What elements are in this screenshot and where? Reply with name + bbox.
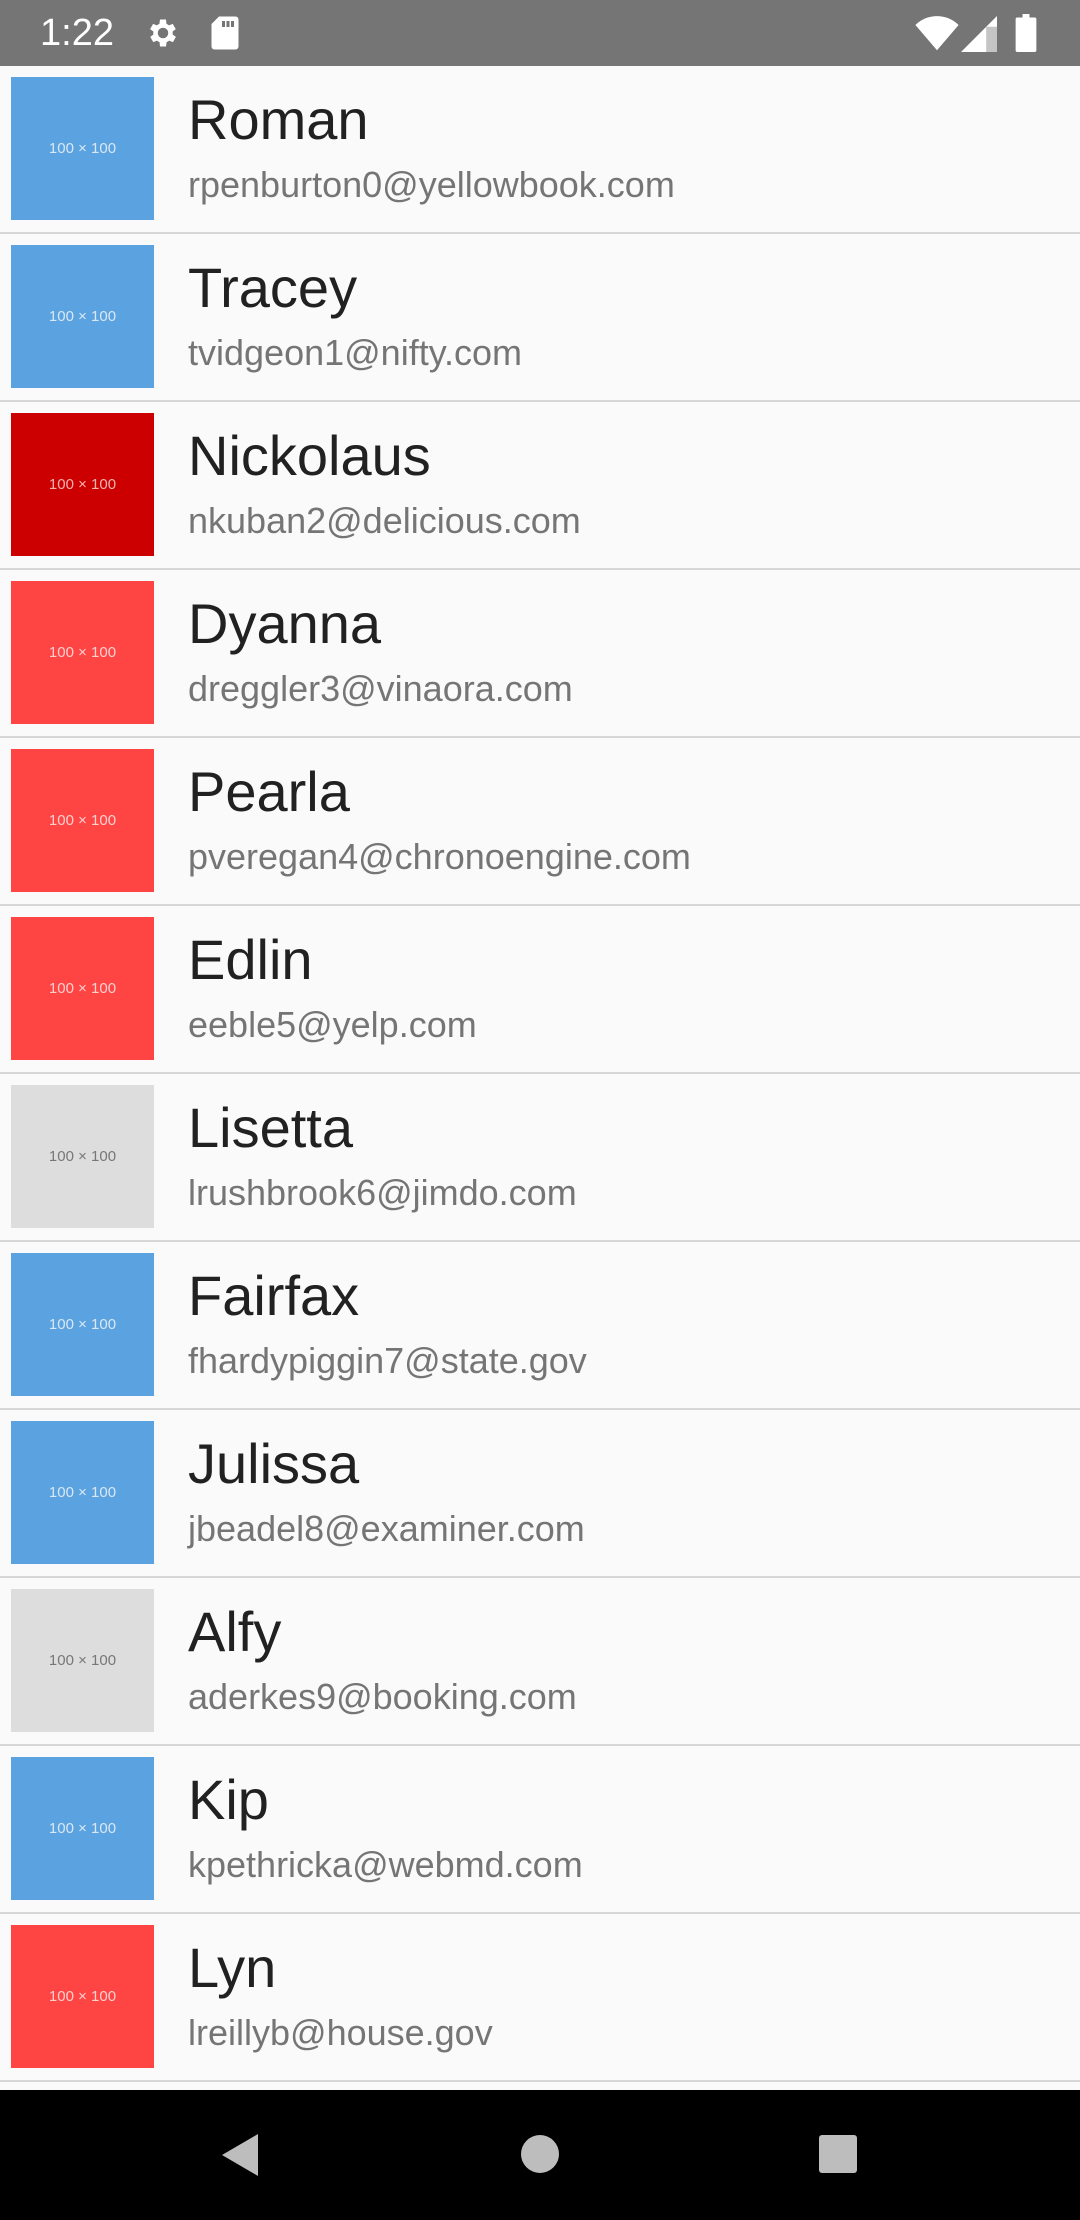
- thumbnail-size-label: 100 × 100: [48, 140, 117, 157]
- thumbnail-size-label: 100 × 100: [48, 1652, 117, 1669]
- contact-name: Fairfax: [188, 1264, 360, 1327]
- avatar-thumbnail: 100 × 100: [11, 1589, 154, 1732]
- list-item[interactable]: 100 × 100 Julissa jbeadel8@examiner.com: [0, 1410, 1080, 1578]
- contact-name: Nickolaus: [188, 424, 431, 487]
- contact-email: lreillyb@house.gov: [188, 2012, 493, 2053]
- status-bar: 1:22: [0, 0, 1080, 66]
- contact-email: nkuban2@delicious.com: [188, 500, 581, 541]
- contact-name: Pearla: [188, 760, 350, 823]
- avatar-thumbnail: 100 × 100: [11, 917, 154, 1060]
- avatar-thumbnail: 100 × 100: [11, 581, 154, 724]
- thumbnail-size-label: 100 × 100: [48, 1148, 117, 1165]
- recents-icon[interactable]: [818, 2134, 858, 2179]
- contact-email: rpenburton0@yellowbook.com: [188, 164, 675, 205]
- avatar-thumbnail: 100 × 100: [11, 77, 154, 220]
- contact-name: Lyn: [188, 1936, 277, 1999]
- battery-icon: [1015, 14, 1037, 57]
- avatar-thumbnail: 100 × 100: [11, 1421, 154, 1564]
- avatar-thumbnail: 100 × 100: [11, 413, 154, 556]
- navigation-bar: [0, 2090, 1080, 2220]
- contact-email: eeble5@yelp.com: [188, 1004, 477, 1045]
- sd-card-icon: [210, 15, 240, 56]
- signal-icon: [960, 16, 998, 57]
- wifi-icon: [915, 16, 959, 57]
- list-item[interactable]: 100 × 100 Alfy aderkes9@booking.com: [0, 1578, 1080, 1746]
- thumbnail-size-label: 100 × 100: [48, 1316, 117, 1333]
- contact-email: tvidgeon1@nifty.com: [188, 332, 523, 373]
- contact-email: jbeadel8@examiner.com: [188, 1508, 585, 1549]
- list-item[interactable]: 100 × 100 Kip kpethricka@webmd.com: [0, 1746, 1080, 1914]
- thumbnail-size-label: 100 × 100: [48, 644, 117, 661]
- thumbnail-size-label: 100 × 100: [48, 1988, 117, 2005]
- thumbnail-size-label: 100 × 100: [48, 308, 117, 325]
- list-item[interactable]: 100 × 100 Nickolaus nkuban2@delicious.com: [0, 402, 1080, 570]
- list-item[interactable]: 100 × 100 Fairfax fhardypiggin7@state.gov: [0, 1242, 1080, 1410]
- list-item[interactable]: 100 × 100 Edlin eeble5@yelp.com: [0, 906, 1080, 1074]
- contact-email: lrushbrook6@jimdo.com: [188, 1172, 577, 1213]
- avatar-thumbnail: 100 × 100: [11, 1925, 154, 2068]
- avatar-thumbnail: 100 × 100: [11, 1253, 154, 1396]
- contact-email: pveregan4@chronoengine.com: [188, 836, 691, 877]
- list-item[interactable]: 100 × 100 Tracey tvidgeon1@nifty.com: [0, 234, 1080, 402]
- contact-email: dreggler3@vinaora.com: [188, 668, 573, 709]
- status-time: 1:22: [40, 12, 114, 54]
- back-icon[interactable]: [218, 2130, 262, 2185]
- contact-email: fhardypiggin7@state.gov: [188, 1340, 587, 1381]
- contact-name: Roman: [188, 88, 369, 151]
- gear-icon: [145, 15, 181, 56]
- thumbnail-size-label: 100 × 100: [48, 476, 117, 493]
- list-item[interactable]: 100 × 100 Lyn lreillyb@house.gov: [0, 1914, 1080, 2082]
- contact-name: Lisetta: [188, 1096, 353, 1159]
- list-item[interactable]: 100 × 100 Lisetta lrushbrook6@jimdo.com: [0, 1074, 1080, 1242]
- contact-name: Alfy: [188, 1600, 282, 1663]
- contact-name: Julissa: [188, 1432, 360, 1495]
- thumbnail-size-label: 100 × 100: [48, 980, 117, 997]
- contact-name: Dyanna: [188, 592, 382, 655]
- list-item[interactable]: 100 × 100 Pearla pveregan4@chronoengine.co…: [0, 738, 1080, 906]
- contact-list[interactable]: 100 × 100 Roman rpenburton0@yellowbook.com…: [0, 66, 1080, 2090]
- list-item[interactable]: 100 × 100 Dyanna dreggler3@vinaora.com: [0, 570, 1080, 738]
- avatar-thumbnail: 100 × 100: [11, 1085, 154, 1228]
- thumbnail-size-label: 100 × 100: [48, 1484, 117, 1501]
- contact-name: Edlin: [188, 928, 313, 991]
- list-item[interactable]: 100 × 100 Roman rpenburton0@yellowbook.com: [0, 66, 1080, 234]
- thumbnail-size-label: 100 × 100: [48, 812, 117, 829]
- avatar-thumbnail: 100 × 100: [11, 749, 154, 892]
- thumbnail-size-label: 100 × 100: [48, 1820, 117, 1837]
- contact-email: kpethricka@webmd.com: [188, 1844, 583, 1885]
- contact-email: aderkes9@booking.com: [188, 1676, 577, 1717]
- avatar-thumbnail: 100 × 100: [11, 245, 154, 388]
- contact-name: Kip: [188, 1768, 269, 1831]
- home-icon[interactable]: [520, 2134, 560, 2179]
- contact-name: Tracey: [188, 256, 358, 319]
- avatar-thumbnail: 100 × 100: [11, 1757, 154, 1900]
